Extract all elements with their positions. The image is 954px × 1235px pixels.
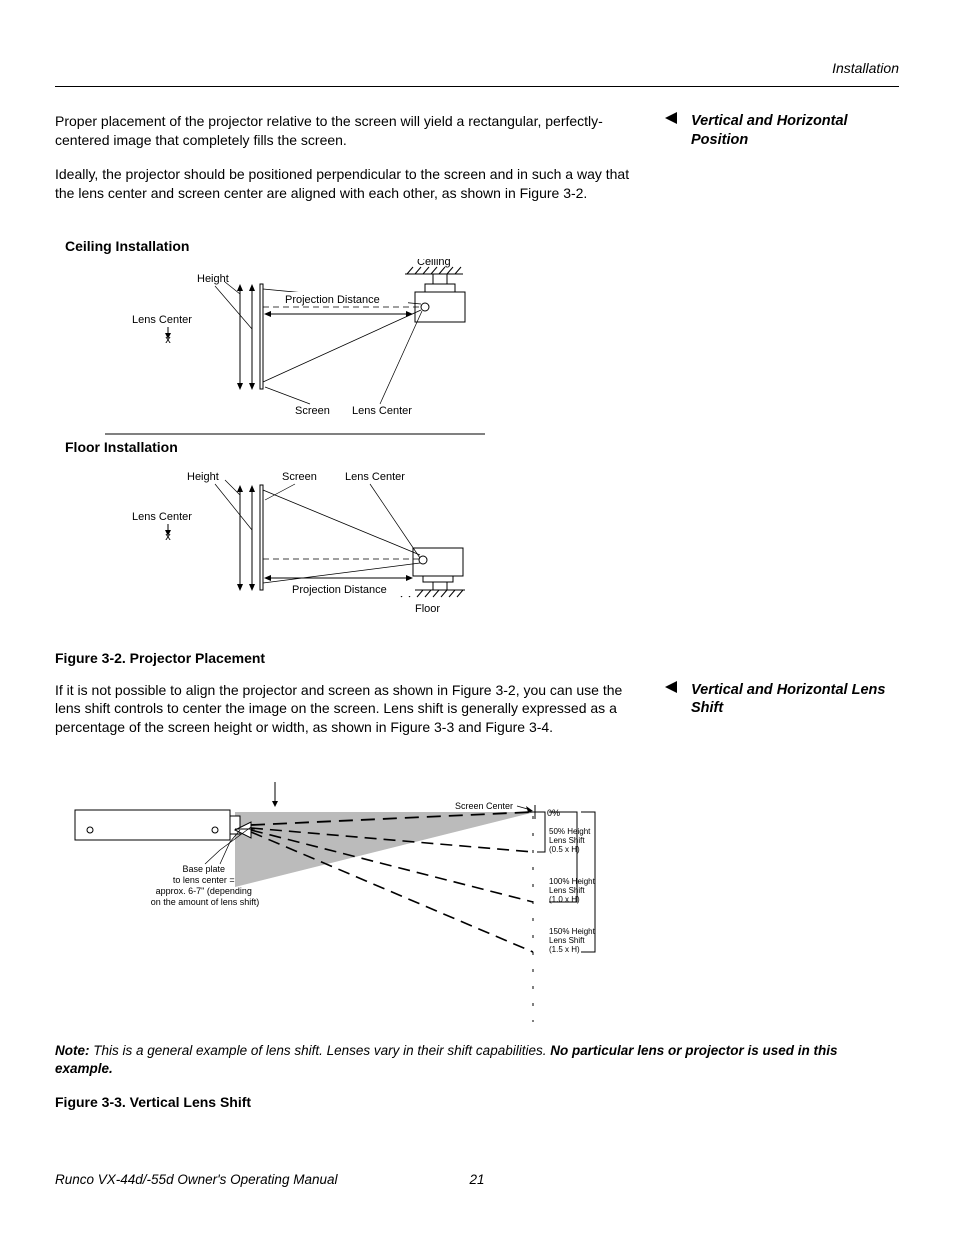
diagram-ceiling: Ceiling Installation Ceiling Height: [55, 238, 899, 439]
label-lens-center-top: Lens Center: [345, 471, 405, 483]
arrow-left-icon: [665, 112, 683, 124]
side-heading-position-text: Vertical and Horizontal Position: [691, 112, 899, 150]
diagram-floor-title: Floor Installation: [65, 439, 899, 455]
label-lens-center-left: Lens Center: [132, 314, 192, 326]
diagram-floor-svg: Height Screen Lens Center Lens Center x: [55, 460, 485, 635]
label-height: Height: [197, 273, 229, 285]
diagram-floor: Floor Installation Height Screen Lens Ce…: [55, 439, 899, 635]
footer-page-number: 21: [469, 1172, 484, 1187]
figure-3-3-caption: Figure 3-3. Vertical Lens Shift: [55, 1094, 899, 1110]
label-proj-dist-2: Projection Distance: [292, 584, 387, 596]
label-ceiling: Ceiling: [417, 259, 451, 268]
label-floor: Floor: [415, 603, 440, 615]
intro-para-1: Proper placement of the projector relati…: [55, 112, 645, 150]
label-height-2: Height: [187, 471, 219, 483]
header-rule: [55, 86, 899, 87]
label-lens-center-bottom: Lens Center: [352, 405, 412, 417]
lens-shift-para: If it is not possible to align the proje…: [55, 681, 645, 738]
figure-3-2-caption: Figure 3-2. Projector Placement: [55, 650, 899, 666]
side-heading-lens-shift: Vertical and Horizontal Lens Shift: [665, 681, 899, 719]
label-shift-150: 150% HeightLens Shift(1.5 x H): [549, 927, 596, 954]
side-heading-position: Vertical and Horizontal Position: [665, 112, 899, 150]
note-text: Note: This is a general example of lens …: [55, 1042, 899, 1078]
note-body: This is a general example of lens shift.…: [90, 1043, 551, 1058]
side-heading-lens-shift-text: Vertical and Horizontal Lens Shift: [691, 681, 899, 719]
footer-manual-title: Runco VX-44d/-55d Owner's Operating Manu…: [55, 1172, 337, 1187]
arrow-left-icon: [665, 681, 683, 693]
label-screen-center: Screen Center: [455, 801, 513, 811]
note-prefix: Note:: [55, 1043, 90, 1058]
label-lens-center-left-2: Lens Center: [132, 511, 192, 523]
label-screen-2: Screen: [282, 471, 317, 483]
label-proj-dist: Projection Distance: [285, 294, 380, 306]
diagram-ceiling-svg: Ceiling Height Lens Center x Projection …: [55, 259, 485, 439]
label-screen: Screen: [295, 405, 330, 417]
label-shift-100: 100% HeightLens Shift(1.0 x H): [549, 877, 596, 904]
page-footer: Runco VX-44d/-55d Owner's Operating Manu…: [55, 1172, 899, 1187]
label-zero-pct: 0%: [547, 808, 560, 818]
intro-para-2: Ideally, the projector should be positio…: [55, 165, 645, 203]
diagram-lens-shift-svg: 0% Screen Center 50% HeightLens Shift(0.…: [55, 772, 605, 1027]
diagram-ceiling-title: Ceiling Installation: [65, 238, 899, 254]
label-shift-50: 50% HeightLens Shift(0.5 x H): [549, 827, 591, 854]
header-section-label: Installation: [55, 60, 899, 76]
